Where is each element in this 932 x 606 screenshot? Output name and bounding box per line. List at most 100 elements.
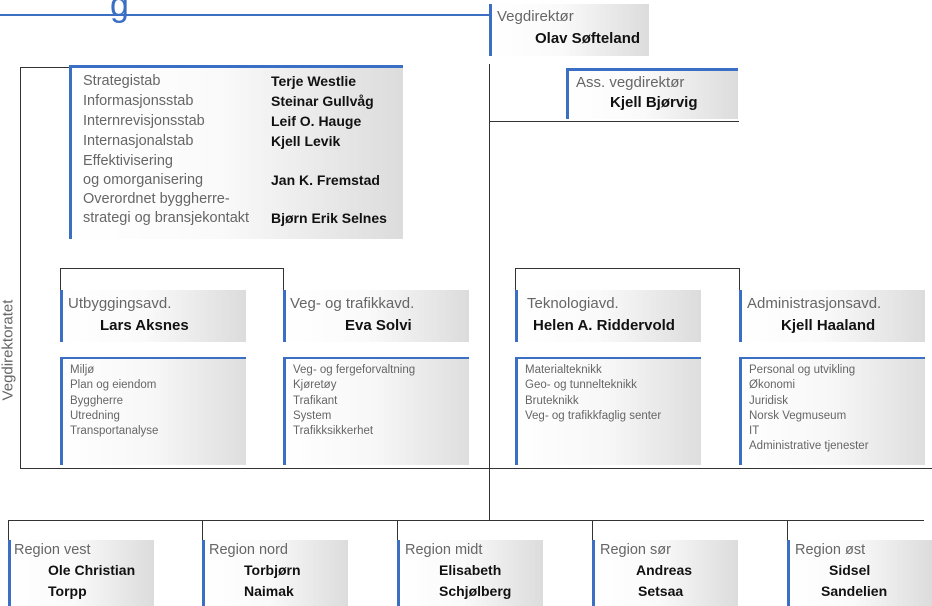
region-drop-2 — [202, 520, 203, 540]
department-box-left-edge — [60, 290, 63, 342]
staff-unit: og omorganisering — [83, 172, 204, 188]
sublist-item: Juridisk — [749, 394, 788, 407]
department-sublist: Personal og utvikling Økonomi Juridisk N… — [739, 357, 925, 465]
sublist-left-edge — [283, 357, 286, 465]
department-box-left-edge — [515, 290, 518, 342]
region-title: Region øst — [795, 542, 866, 558]
department-box: Veg- og trafikkavd. Eva Solvi — [283, 290, 469, 342]
staff-unit: Overordnet byggherre- — [83, 191, 230, 207]
sublist-left-edge — [515, 357, 518, 465]
region-title: Region nord — [209, 542, 288, 558]
region-drop-4 — [592, 520, 593, 540]
region-head-line1: Ole Christian — [48, 562, 136, 578]
sublist-item: Materialteknikk — [525, 364, 602, 376]
department-head: Helen A. Riddervold — [533, 317, 675, 334]
assistant-name: Kjell Bjørvig — [610, 94, 698, 111]
region-box-left-edge — [8, 540, 11, 606]
sublist-item: Kjøretøy — [293, 379, 337, 392]
region-head-line2: Torpp — [48, 583, 87, 599]
sublist-item: Administrative tjenester — [749, 440, 869, 453]
department-box-left-edge — [283, 290, 286, 342]
region-head-line1: Torbjørn — [244, 562, 301, 578]
region-head-line2: Setsaa — [638, 583, 684, 599]
region-head-line1: Sidsel — [829, 562, 871, 578]
sublist-item: Plan og eiendom — [70, 379, 157, 392]
department-box: Administrasjonsavd. Kjell Haaland — [739, 290, 925, 342]
directorate-bracket-top — [20, 67, 21, 469]
staff-box-left-edge — [69, 65, 72, 239]
region-head-line1: Elisabeth — [439, 562, 502, 578]
sublist-item: Veg- og fergeforvaltning — [293, 364, 416, 376]
dept-drop-4 — [739, 268, 740, 290]
region-box: Region nord Torbjørn Naimak — [202, 540, 348, 606]
directorate-label-text: Vegdirektoratet — [0, 299, 17, 401]
region-box: Region øst Sidsel Sandelien — [787, 540, 932, 606]
dept-drop-3 — [515, 268, 516, 290]
director-title: Vegdirektør — [497, 8, 574, 25]
staff-person: Jan K. Fremstad — [271, 172, 380, 188]
department-title: Administrasjonsavd. — [747, 295, 882, 312]
region-title: Region sør — [600, 542, 671, 558]
staff-person: Leif O. Hauge — [271, 113, 362, 129]
staff-person: Steinar Gullvåg — [271, 93, 374, 109]
sublist-item: Byggherre — [70, 394, 124, 407]
assistant-box-top-edge — [566, 68, 738, 71]
staff-connector — [20, 67, 70, 68]
staff-box-top-edge — [69, 65, 403, 68]
sublist-item: Bruteknikk — [525, 394, 579, 407]
department-box: Utbyggingsavd. Lars Aksnes — [60, 290, 246, 342]
sublist-item: Geo- og tunnelteknikk — [525, 379, 637, 392]
sublist-item: Miljø — [70, 364, 95, 376]
staff-person: Bjørn Erik Selnes — [271, 210, 387, 226]
region-title: Region vest — [14, 542, 91, 558]
directorate-bracket-bottom — [20, 468, 932, 469]
page-title-fragment: g — [110, 0, 129, 24]
region-box: Region midt Elisabeth Schjølberg — [397, 540, 543, 606]
staff-unit: Informasjonsstab — [83, 93, 194, 109]
sublist-item: Norsk Vegmuseum — [749, 409, 847, 422]
department-head: Kjell Haaland — [781, 317, 876, 334]
director-name: Olav Søfteland — [535, 30, 641, 47]
sublist-left-edge — [60, 357, 63, 465]
department-box: Teknologiavd. Helen A. Riddervold — [515, 290, 701, 342]
region-head-line2: Schjølberg — [439, 583, 512, 599]
director-box-left-edge — [489, 4, 492, 56]
department-title: Utbyggingsavd. — [68, 295, 172, 312]
department-box-left-edge — [739, 290, 742, 342]
staff-person: Terje Westlie — [271, 73, 357, 89]
staff-person: Kjell Levik — [271, 133, 341, 149]
header-rule — [0, 14, 490, 16]
department-head: Lars Aksnes — [100, 317, 189, 334]
region-drop-5 — [787, 520, 788, 540]
assistant-connector — [489, 121, 739, 122]
sublist-item: Økonomi — [749, 379, 796, 392]
region-head-line2: Sandelien — [821, 583, 888, 599]
department-sublist: Miljø Plan og eiendom Byggherre Utrednin… — [60, 357, 246, 465]
departments-right-bar — [515, 268, 740, 269]
sublist-item: Personal og utvikling — [749, 364, 856, 376]
assistant-director-box: Ass. vegdirektør Kjell Bjørvig — [566, 68, 738, 119]
region-box: Region vest Ole Christian Torpp — [8, 540, 154, 606]
region-box-left-edge — [397, 540, 400, 606]
dept-drop-1 — [60, 268, 61, 290]
sublist-top-edge — [60, 357, 246, 359]
staff-unit: Strategistab — [83, 73, 161, 89]
department-sublist: Materialteknikk Geo- og tunnelteknikk Br… — [515, 357, 701, 465]
sublist-item: Utredning — [70, 409, 120, 422]
main-trunk-line — [489, 64, 490, 520]
staff-unit: strategi og bransjekontakt — [83, 210, 250, 226]
region-head-line2: Naimak — [244, 583, 294, 599]
director-box: Vegdirektør Olav Søfteland — [489, 4, 649, 56]
sublist-left-edge — [739, 357, 742, 465]
assistant-title: Ass. vegdirektør — [576, 74, 685, 91]
sublist-top-edge — [515, 357, 701, 359]
region-title: Region midt — [405, 542, 483, 558]
region-box-left-edge — [592, 540, 595, 606]
department-head: Eva Solvi — [345, 317, 412, 334]
department-title: Teknologiavd. — [527, 295, 619, 312]
staff-unit: Internrevisjonsstab — [83, 113, 205, 129]
sublist-top-edge — [739, 357, 925, 359]
staff-unit: Effektivisering — [83, 153, 173, 169]
region-box-left-edge — [202, 540, 205, 606]
department-title: Veg- og trafikkavd. — [290, 295, 415, 312]
